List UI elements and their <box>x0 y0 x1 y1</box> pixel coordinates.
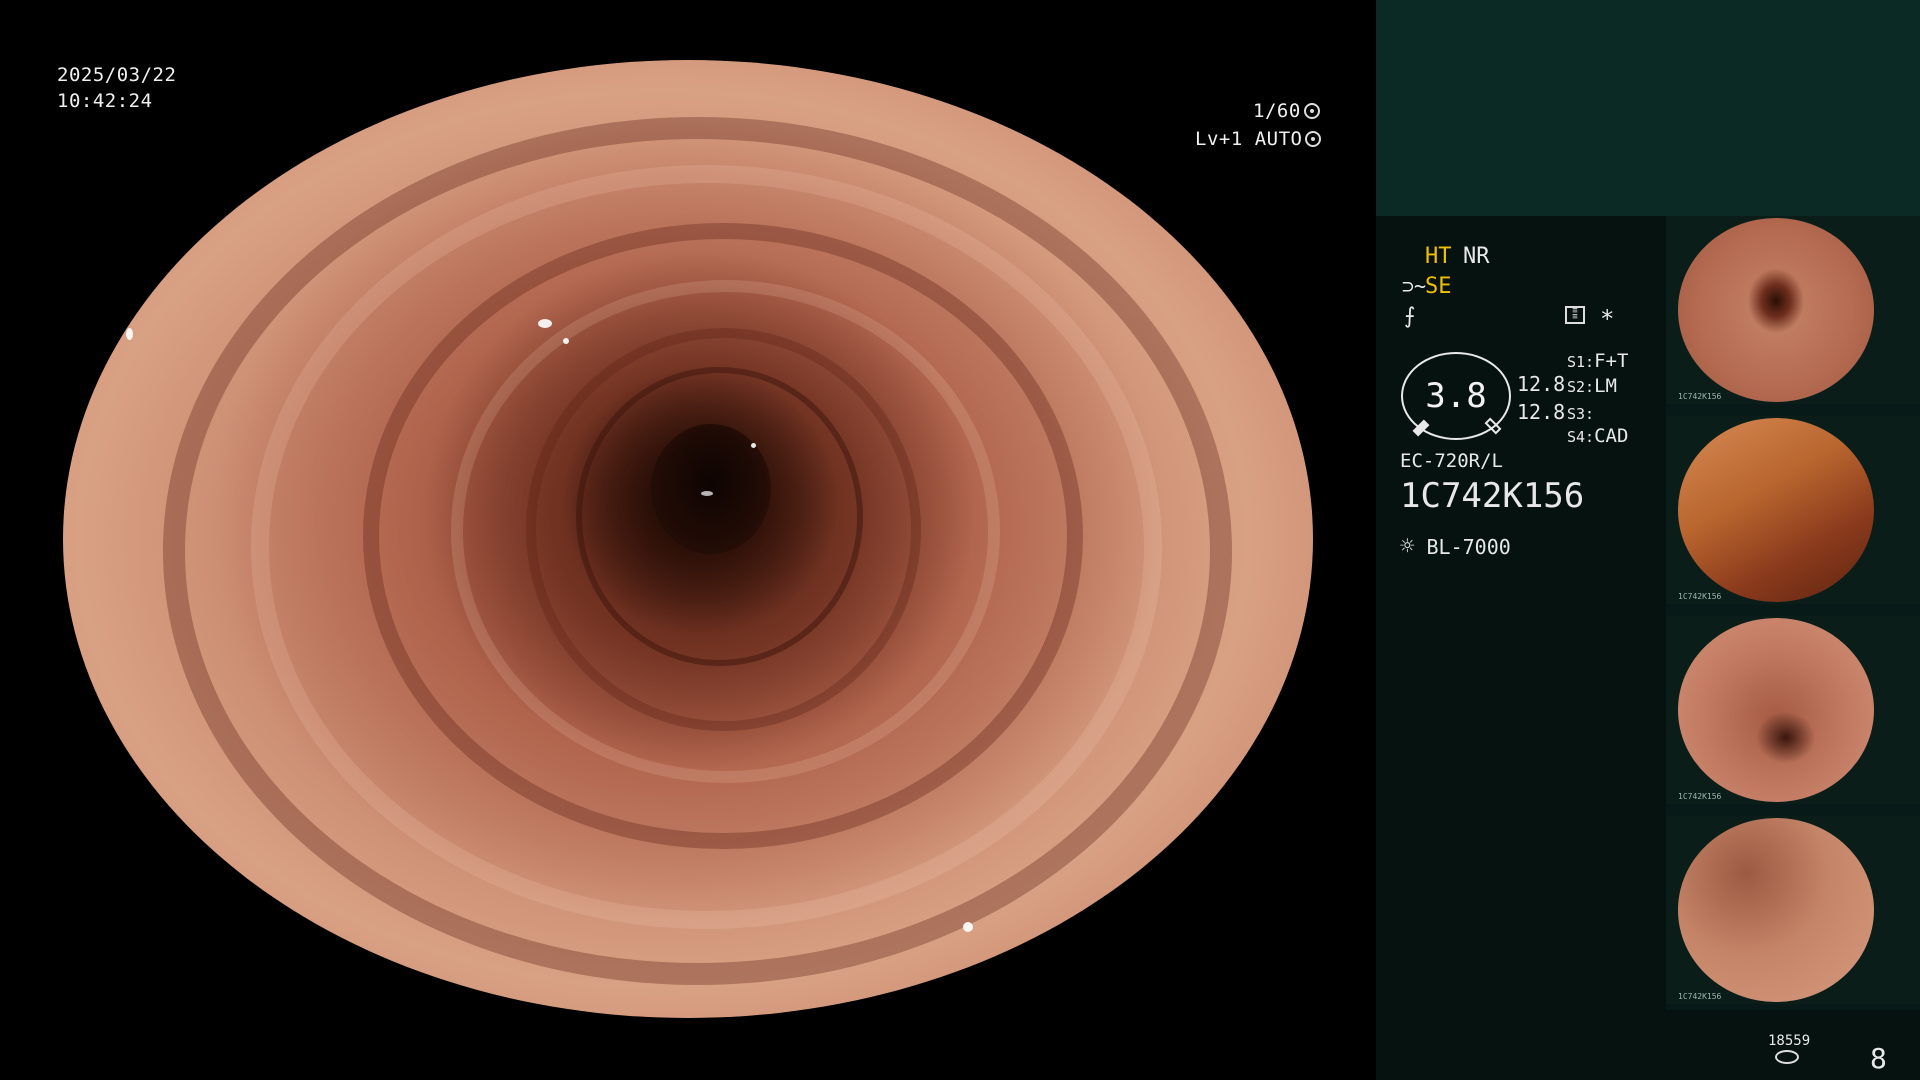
switch-s1: S1:F+T <box>1567 350 1628 372</box>
reflection <box>300 88 311 96</box>
switch-key: S2: <box>1567 378 1595 396</box>
scope-info-panel <box>1376 216 1666 1080</box>
endoscope-live-view <box>63 60 1313 1018</box>
scope-model: EC-720R/L <box>1400 450 1503 472</box>
storage-disk-icon <box>1775 1050 1799 1064</box>
reflection <box>125 328 133 341</box>
switch-key: S1: <box>1567 353 1595 371</box>
exam-time: 10:42:24 <box>57 90 153 112</box>
switch-s4: S4:CAD <box>1567 425 1628 447</box>
switch-key: S4: <box>1567 428 1595 446</box>
thumbnail-image <box>1678 618 1874 802</box>
reflection <box>750 443 756 449</box>
captured-images-column: 1C742K156 1C742K156 1C742K156 1C742K156 <box>1666 216 1920 1010</box>
value-upper: 12.8 <box>1517 372 1566 396</box>
thumbnail-caption: 1C742K156 <box>1678 792 1722 801</box>
gauge-value: 3.8 <box>1425 376 1487 416</box>
se-indicator: SE <box>1425 274 1452 299</box>
switch-value: LM <box>1594 375 1617 397</box>
captured-thumbnail[interactable]: 1C742K156 <box>1666 616 1920 804</box>
switch-value: F+T <box>1594 350 1629 372</box>
reflection <box>538 318 552 328</box>
reflection <box>150 232 159 253</box>
settings-memory-icon: ≡ ≡ <box>1565 306 1585 324</box>
level-value: Lv+1 <box>1195 128 1243 150</box>
insertion-gauge: 3.8 <box>1401 352 1511 440</box>
value-lower: 12.8 <box>1517 400 1566 424</box>
thumbnail-caption: 1C742K156 <box>1678 592 1722 601</box>
reflection <box>563 337 569 344</box>
auto-iris-icon <box>1305 131 1322 147</box>
structure-enhance-icon: ⊃~ <box>1402 274 1427 298</box>
captured-thumbnail[interactable]: 1C742K156 <box>1666 816 1920 1004</box>
switch-value: CAD <box>1594 425 1629 447</box>
reflection <box>963 922 973 933</box>
shutter-speed-value: 1/60 <box>1253 100 1301 122</box>
thumbnail-caption: 1C742K156 <box>1678 992 1722 1001</box>
header-panel <box>1376 0 1920 216</box>
thumbnail-image <box>1678 218 1874 402</box>
light-source-icon: ☼ <box>1400 532 1415 560</box>
asterisk-indicator: * <box>1600 305 1615 333</box>
light-source: ☼ BL-7000 <box>1400 532 1511 560</box>
reflection <box>338 98 352 107</box>
shutter-speed: 1/60 <box>1253 100 1320 122</box>
thumbnail-image <box>1678 418 1874 602</box>
exam-date: 2025/03/22 <box>57 64 177 86</box>
switch-s2: S2:LM <box>1567 375 1617 397</box>
thumbnail-image <box>1678 818 1874 1002</box>
ht-indicator: HT <box>1425 244 1452 269</box>
switch-s3: S3: <box>1567 402 1594 424</box>
color-mode-icon: ⨍ <box>1404 304 1416 329</box>
exposure-mode-value: AUTO <box>1254 128 1303 150</box>
reflection <box>700 491 713 497</box>
light-source-value: BL-7000 <box>1426 535 1511 559</box>
shutter-icon <box>1303 103 1320 119</box>
captured-thumbnail[interactable]: 1C742K156 <box>1666 416 1920 604</box>
nr-indicator: NR <box>1463 244 1490 269</box>
image-count: 18559 <box>1768 1033 1811 1049</box>
exposure-level: Lv+1 AUTO <box>1195 128 1322 150</box>
page-number: 8 <box>1870 1042 1887 1075</box>
switch-key: S3: <box>1567 405 1595 423</box>
scope-serial: 1C742K156 <box>1400 476 1585 516</box>
captured-thumbnail[interactable]: 1C742K156 <box>1666 216 1920 404</box>
thumbnail-caption: 1C742K156 <box>1678 392 1722 401</box>
